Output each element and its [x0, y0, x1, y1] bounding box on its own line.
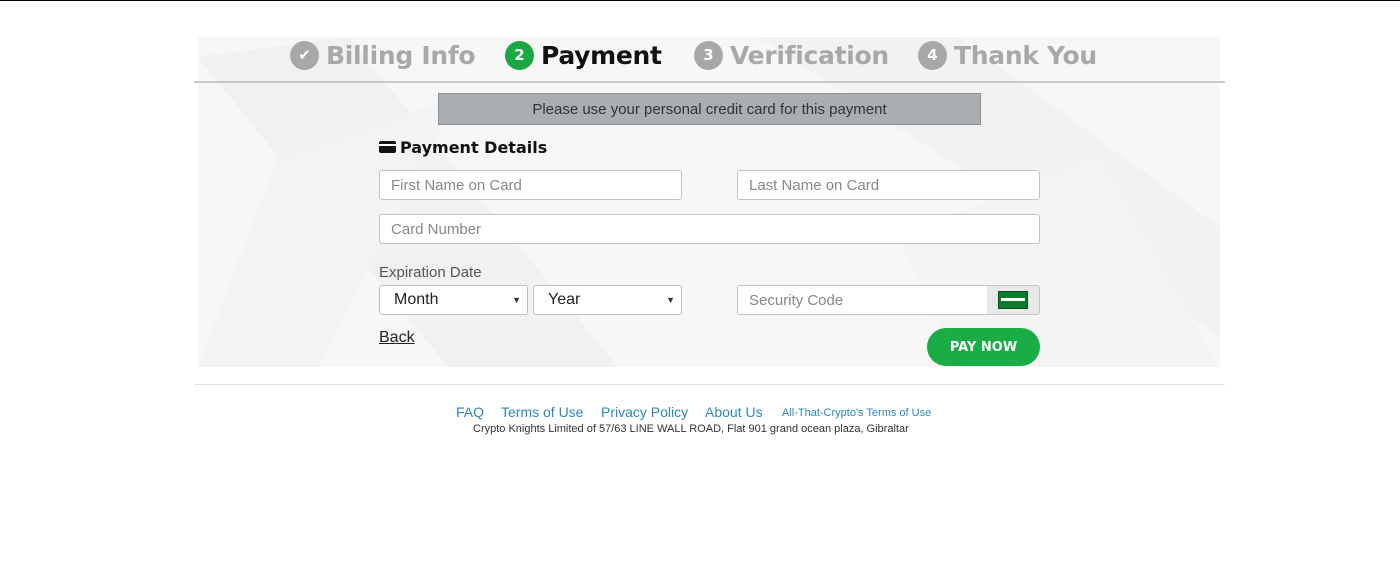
expiration-year-select[interactable]: Year ▼: [533, 285, 682, 315]
year-select-value: Year: [548, 291, 581, 308]
footer-link-faq[interactable]: FAQ: [456, 404, 484, 420]
credit-card-icon: [379, 141, 396, 153]
step-label: Thank You: [954, 40, 1097, 70]
top-border: [0, 0, 1400, 1]
header-divider: [194, 81, 1225, 83]
payment-details-heading: Payment Details: [379, 137, 547, 157]
card-number-field[interactable]: [379, 214, 1040, 244]
step-number-badge: 3: [694, 40, 723, 70]
footer-links: FAQ Terms of Use Privacy Policy About Us…: [0, 404, 1400, 422]
company-address: Crypto Knights Limited of 57/63 LINE WAL…: [473, 423, 909, 435]
footer-link-privacy[interactable]: Privacy Policy: [601, 404, 688, 420]
step-verification: 3 Verification: [694, 39, 889, 71]
footer-link-terms[interactable]: Terms of Use: [501, 404, 583, 420]
section-title: Payment Details: [400, 137, 548, 157]
step-number-badge: 2: [505, 40, 534, 70]
back-link[interactable]: Back: [379, 329, 415, 347]
expiration-month-select[interactable]: Month ▼: [379, 285, 528, 315]
caret-down-icon: ▼: [512, 295, 521, 305]
checkout-stepper: ✔ Billing Info 2 Payment 3 Verification …: [0, 37, 1400, 73]
pay-now-button[interactable]: PAY NOW: [927, 328, 1040, 366]
step-label: Payment: [541, 40, 662, 70]
last-name-field[interactable]: [737, 170, 1040, 200]
step-label: Verification: [730, 40, 889, 70]
footer-divider: [194, 384, 1225, 385]
personal-card-notice: Please use your personal credit card for…: [438, 93, 981, 125]
cvv-helper[interactable]: [987, 285, 1040, 315]
step-label: Billing Info: [326, 40, 476, 70]
background-artwork: [198, 37, 1220, 367]
security-code-field[interactable]: [737, 285, 988, 315]
caret-down-icon: ▼: [666, 295, 675, 305]
card-back-icon: [998, 291, 1028, 309]
first-name-field[interactable]: [379, 170, 682, 200]
step-billing-info[interactable]: ✔ Billing Info: [290, 39, 476, 71]
expiration-date-label: Expiration Date: [379, 264, 482, 281]
step-payment: 2 Payment: [505, 39, 662, 71]
check-icon: ✔: [290, 40, 319, 70]
step-number-badge: 4: [918, 40, 947, 70]
step-thank-you: 4 Thank You: [918, 39, 1097, 71]
footer-link-atc-terms[interactable]: All-That-Crypto's Terms of Use: [782, 407, 931, 419]
footer-link-about[interactable]: About Us: [705, 404, 763, 420]
month-select-value: Month: [394, 291, 439, 308]
